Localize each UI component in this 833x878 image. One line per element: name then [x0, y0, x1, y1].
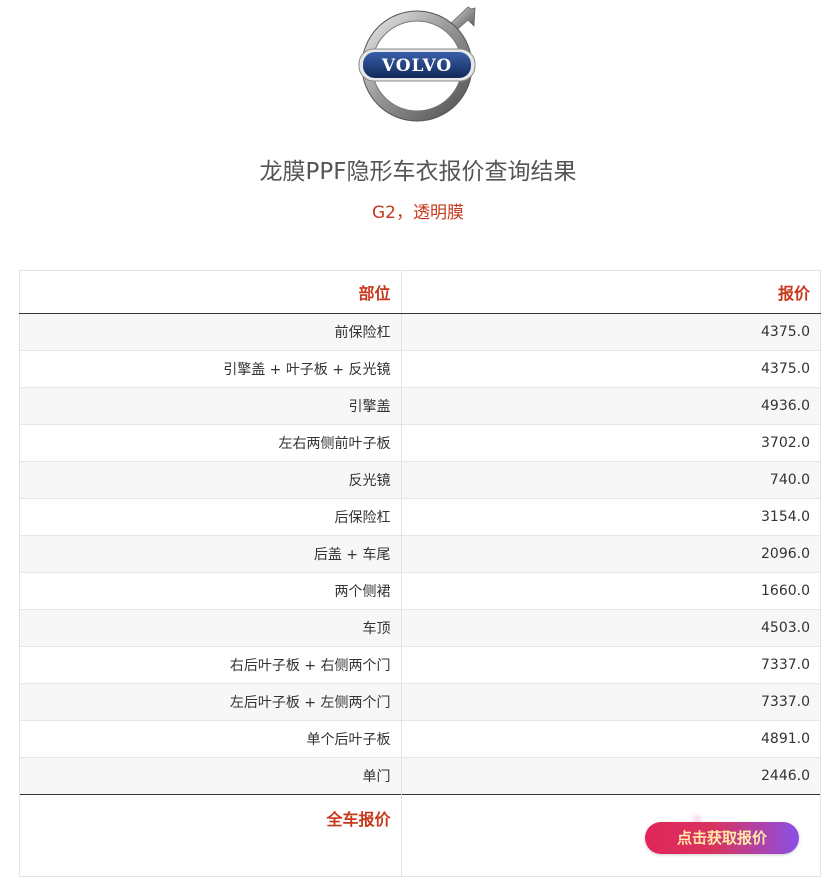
part-cell: 单门 — [19, 757, 402, 795]
quote-table: 部位 报价 前保险杠 4375.0 引擎盖 + 叶子板 + 反光镜 4375.0 引… — [19, 270, 821, 877]
part-cell: 引擎盖 — [19, 387, 402, 425]
price-cell: 4936.0 — [400, 387, 821, 425]
table-row: 反光镜 740.0 — [19, 461, 821, 499]
price-cell: 3154.0 — [400, 498, 821, 536]
page: VOLVO 龙膜PPF隐形车衣报价查询结果 G2，透明膜 部位 报价 前保险杠 4… — [0, 0, 833, 878]
price-cell: 740.0 — [400, 461, 821, 499]
table-header-row: 部位 报价 — [19, 270, 821, 314]
table-row: 车顶 4503.0 — [19, 609, 821, 647]
table-row: 后保险杠 3154.0 — [19, 498, 821, 536]
price-cell: 4375.0 — [400, 350, 821, 388]
logo-text: VOLVO — [381, 56, 452, 76]
table-row: 后盖 + 车尾 2096.0 — [19, 535, 821, 573]
price-cell: 2446.0 — [400, 757, 821, 795]
total-label-cell: 全车报价 — [19, 794, 402, 877]
part-cell: 反光镜 — [19, 461, 402, 499]
get-quote-button[interactable]: 点击获取报价 — [645, 822, 799, 854]
table-row: 左右两侧前叶子板 3702.0 — [19, 424, 821, 462]
part-cell: 左右两侧前叶子板 — [19, 424, 402, 462]
price-cell: 4375.0 — [400, 313, 821, 351]
part-cell: 两个侧裙 — [19, 572, 402, 610]
page-title: 龙膜PPF隐形车衣报价查询结果 — [259, 159, 577, 185]
volvo-logo-icon: VOLVO — [358, 6, 476, 122]
column-header-price: 报价 — [400, 270, 821, 314]
table-row: 前保险杠 4375.0 — [19, 313, 821, 351]
part-cell: 右后叶子板 + 右侧两个门 — [19, 646, 402, 684]
table-row: 引擎盖 4936.0 — [19, 387, 821, 425]
part-cell: 单个后叶子板 — [19, 720, 402, 758]
price-cell: 3702.0 — [400, 424, 821, 462]
part-cell: 引擎盖 + 叶子板 + 反光镜 — [19, 350, 402, 388]
column-header-part: 部位 — [19, 270, 402, 314]
table-row: 两个侧裙 1660.0 — [19, 572, 821, 610]
table-row: 单门 2446.0 — [19, 757, 821, 795]
part-cell: 左后叶子板 + 左侧两个门 — [19, 683, 402, 721]
price-cell: 2096.0 — [400, 535, 821, 573]
part-cell: 车顶 — [19, 609, 402, 647]
price-cell: 7337.0 — [400, 646, 821, 684]
price-cell: 4891.0 — [400, 720, 821, 758]
page-subtitle: G2，透明膜 — [372, 203, 464, 223]
table-row: 左后叶子板 + 左侧两个门 7337.0 — [19, 683, 821, 721]
price-cell: 4503.0 — [400, 609, 821, 647]
price-cell: 1660.0 — [400, 572, 821, 610]
part-cell: 后保险杠 — [19, 498, 402, 536]
part-cell: 前保险杠 — [19, 313, 402, 351]
part-cell: 后盖 + 车尾 — [19, 535, 402, 573]
table-row: 单个后叶子板 4891.0 — [19, 720, 821, 758]
table-row: 引擎盖 + 叶子板 + 反光镜 4375.0 — [19, 350, 821, 388]
total-label: 全车报价 — [326, 810, 391, 829]
table-row: 右后叶子板 + 右侧两个门 7337.0 — [19, 646, 821, 684]
price-cell: 7337.0 — [400, 683, 821, 721]
